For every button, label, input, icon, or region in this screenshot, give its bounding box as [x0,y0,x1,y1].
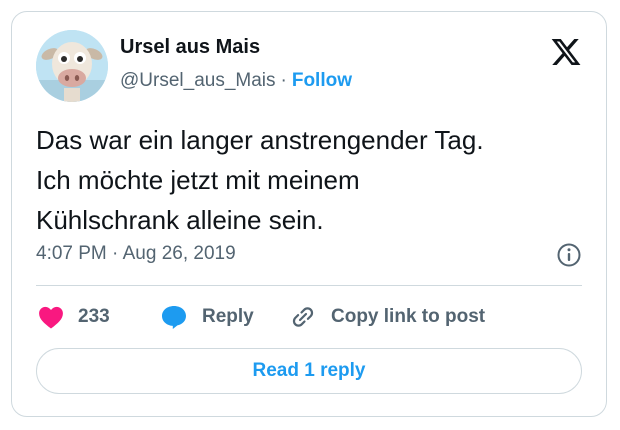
tweet-text-line: Ich möchte jetzt mit meinem [36,165,360,195]
separator-dot: · [112,243,119,264]
read-replies-button[interactable]: Read 1 reply [36,348,582,394]
separator-dot: · [280,70,287,91]
cow-avatar-icon [36,30,108,102]
link-icon [292,307,314,327]
tweet-text-line: Das war ein langer anstrengender Tag. [36,125,484,155]
tweet-timestamp[interactable]: 4:07 PM · Aug 26, 2019 [36,243,236,265]
avatar[interactable] [36,30,108,102]
heart-icon [39,306,63,329]
tweet-card: Ursel aus Mais @Ursel_aus_Mais · Follow Da… [11,11,607,417]
copy-link-label: Copy link to post [331,306,486,327]
author-handle[interactable]: @Ursel_aus_Mais [120,70,276,91]
like-count: 233 [78,306,110,327]
tweet-text: Das war ein langer anstrengender Tag. Ic… [36,120,584,240]
author-name[interactable]: Ursel aus Mais [120,36,260,59]
like-button[interactable]: 233 [38,302,110,332]
tweet-time: 4:07 PM [36,243,107,264]
follow-button[interactable]: Follow [292,70,352,91]
x-logo-icon[interactable] [550,36,582,68]
reply-button[interactable]: Reply [160,302,254,332]
tweet-date: Aug 26, 2019 [122,243,236,264]
reply-label: Reply [202,306,254,327]
copy-link-button[interactable]: Copy link to post [289,302,485,332]
author-handle-line: @Ursel_aus_Mais · Follow [120,70,352,92]
info-icon[interactable] [556,242,582,268]
tweet-text-line: Kühlschrank alleine sein. [36,205,324,235]
speech-bubble-icon [162,306,186,329]
divider [36,285,582,286]
